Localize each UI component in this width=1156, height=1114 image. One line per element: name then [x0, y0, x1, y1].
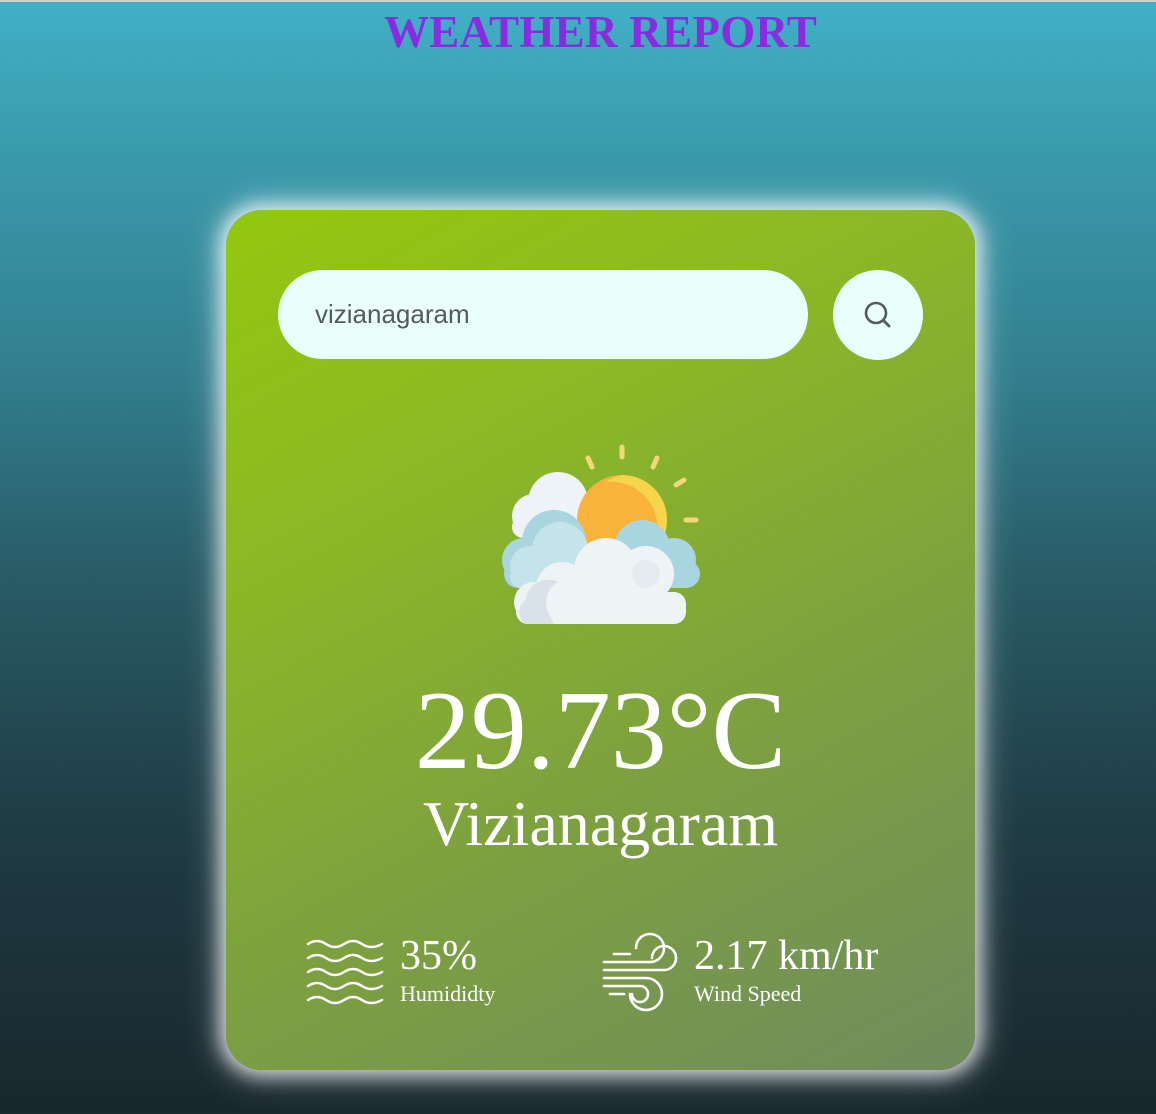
- search-button[interactable]: [833, 270, 923, 360]
- wind-detail: 2.17 km/hr Wind Speed: [600, 930, 878, 1012]
- partly-cloudy-sun-icon: [502, 444, 700, 624]
- page-title: WEATHER REPORT: [383, 7, 818, 57]
- humidity-label: Humididty: [400, 981, 496, 1006]
- wind-icon: [602, 932, 678, 1012]
- humidity-detail: 35% Humididty: [306, 930, 495, 1014]
- temperature: 29.73°C: [414, 669, 787, 793]
- wind-value: 2.17 km/hr: [694, 933, 879, 979]
- weather-card: 29.73°C Vizianagaram 35% Humididty: [226, 210, 975, 1070]
- humidity-icon: [306, 939, 384, 1005]
- city-name: Vizianagaram: [422, 788, 779, 859]
- search-input[interactable]: [278, 270, 808, 359]
- wind-label: Wind Speed: [694, 981, 802, 1006]
- search-icon: [864, 301, 891, 328]
- humidity-value: 35%: [400, 933, 477, 979]
